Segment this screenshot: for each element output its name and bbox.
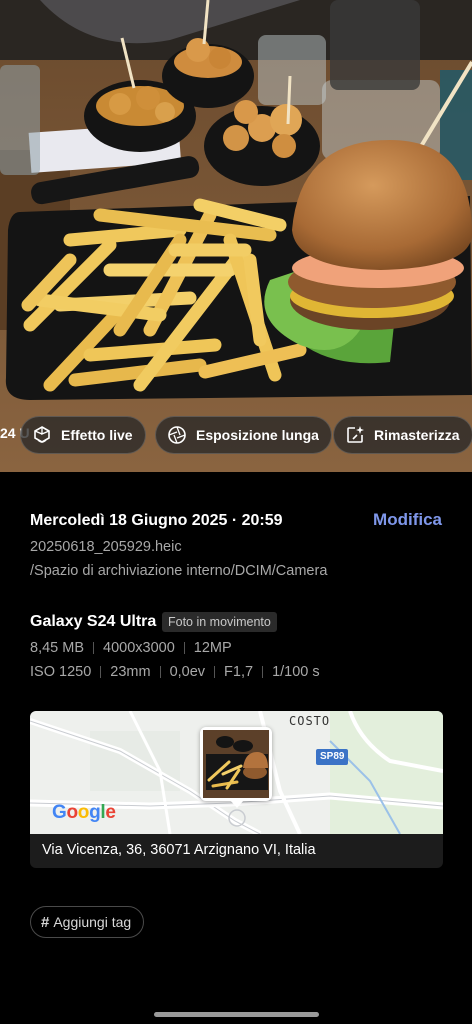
- remaster-chip[interactable]: Rimasterizza: [333, 416, 472, 454]
- focal-length: 23mm: [110, 664, 151, 680]
- long-exposure-label: Esposizione lunga: [196, 427, 319, 443]
- resolution: 4000x3000: [103, 640, 175, 656]
- map-view[interactable]: COSTO SP89 Google: [30, 711, 443, 834]
- shutter-speed: 1/100 s: [272, 664, 320, 680]
- exposure-value: 0,0ev: [169, 664, 206, 680]
- location-map-card[interactable]: COSTO SP89 Google Via Vicenza, 36, 36071…: [30, 711, 443, 868]
- capture-datetime: Mercoledì 18 Giugno 2025 · 20:59: [30, 512, 283, 529]
- food-photo: [0, 0, 472, 472]
- gesture-home-bar[interactable]: [154, 1012, 319, 1017]
- divider: [262, 666, 264, 678]
- motion-photo-badge: Foto in movimento: [162, 612, 277, 632]
- live-effect-icon: [31, 424, 53, 446]
- divider: [100, 666, 102, 678]
- file-name: 20250618_205929.heic: [30, 539, 182, 555]
- long-exposure-icon: [166, 424, 188, 446]
- device-name: Galaxy S24 Ultra: [30, 613, 157, 630]
- live-effect-chip[interactable]: Effetto live: [20, 416, 146, 454]
- file-specs-row: 8,45 MB 4000x3000 12MP: [30, 640, 232, 656]
- divider: [93, 642, 94, 654]
- iso-value: ISO 1250: [30, 664, 92, 680]
- file-size: 8,45 MB: [30, 640, 84, 656]
- photo-effect-chips: 24 U Effetto live Esposizione lunga Rima…: [0, 416, 472, 454]
- add-tag-label: Aggiungi tag: [53, 914, 132, 930]
- camera-specs-row: ISO 1250 23mm 0,0ev F1,7 1/100 s: [30, 664, 320, 680]
- location-address: Via Vicenza, 36, 36071 Arzignano VI, Ita…: [42, 842, 316, 858]
- map-road-label: SP89: [316, 749, 349, 765]
- divider: [159, 666, 161, 678]
- edit-details-button[interactable]: Modifica: [373, 510, 442, 530]
- long-exposure-chip[interactable]: Esposizione lunga: [155, 416, 332, 454]
- live-effect-label: Effetto live: [61, 427, 133, 443]
- remaster-label: Rimasterizza: [374, 427, 460, 443]
- divider: [183, 642, 185, 654]
- add-tag-button[interactable]: # Aggiungi tag: [30, 906, 145, 938]
- google-logo: Google: [52, 802, 116, 823]
- megapixels: 12MP: [193, 640, 232, 656]
- aperture-value: F1,7: [224, 664, 254, 680]
- remaster-icon: [344, 424, 366, 446]
- divider: [214, 666, 216, 678]
- file-path: /Spazio di archiviazione interno/DCIM/Ca…: [30, 563, 328, 579]
- photo-viewer[interactable]: 24 U Effetto live Esposizione lunga Rima…: [0, 0, 472, 472]
- pin-thumbnail: [203, 730, 269, 798]
- photo-location-pin[interactable]: [200, 727, 272, 808]
- map-town-label: COSTO: [289, 714, 331, 728]
- details-sheet: Mercoledì 18 Giugno 2025 · 20:59 Modific…: [0, 472, 472, 1024]
- hashtag-icon: #: [41, 913, 50, 931]
